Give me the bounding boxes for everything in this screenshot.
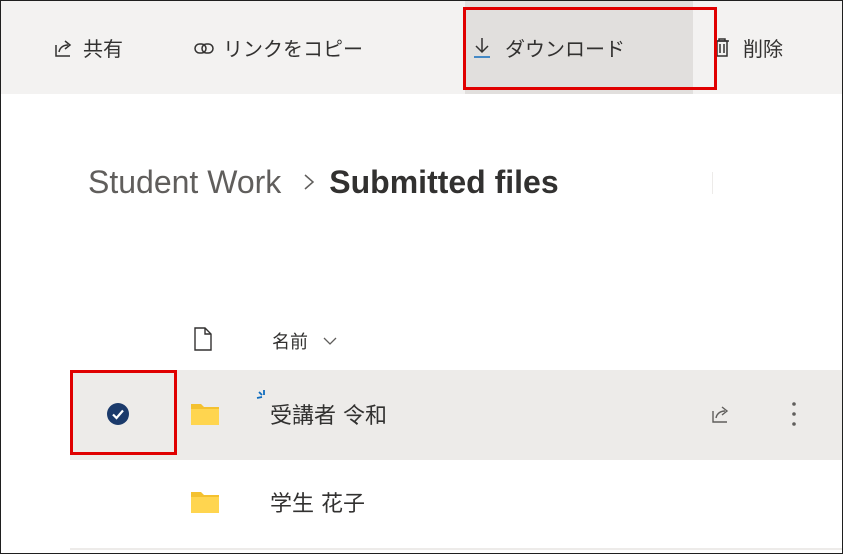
item-name[interactable]: 受講者 令和 — [270, 398, 387, 430]
chevron-right-icon — [303, 172, 315, 192]
delete-button[interactable]: 削除 — [711, 1, 783, 94]
command-bar: 共有 リンクをコピー ダウンロード 削除 — [1, 1, 842, 94]
row-divider — [70, 548, 842, 550]
breadcrumb-root[interactable]: Student Work — [88, 164, 281, 201]
divider — [712, 172, 713, 194]
folder-icon — [190, 488, 220, 518]
share-button[interactable]: 共有 — [53, 1, 123, 94]
checkmark-circle-icon[interactable] — [106, 402, 130, 430]
trash-icon — [711, 36, 733, 60]
list-item[interactable]: 受講者 令和 — [70, 370, 842, 458]
share-label: 共有 — [83, 37, 123, 61]
item-name[interactable]: 学生 花子 — [270, 486, 365, 518]
copy-link-button[interactable]: リンクをコピー — [193, 1, 363, 94]
more-options-icon[interactable] — [790, 400, 798, 432]
chevron-down-icon[interactable] — [322, 332, 338, 351]
name-column-header[interactable]: 名前 — [272, 328, 308, 354]
delete-label: 削除 — [743, 37, 783, 61]
breadcrumb-current: Submitted files — [329, 163, 559, 200]
download-label: ダウンロード — [505, 37, 625, 61]
copy-link-label: リンクをコピー — [223, 37, 363, 61]
folder-icon — [190, 400, 220, 430]
download-button[interactable]: ダウンロード — [465, 1, 693, 94]
link-icon — [193, 37, 215, 59]
list-header: 名前 — [70, 312, 842, 364]
breadcrumb: Student Work Submitted files — [88, 158, 559, 206]
share-icon[interactable] — [710, 403, 732, 429]
download-icon — [471, 36, 493, 60]
list-item[interactable]: 学生 花子 — [70, 460, 842, 548]
file-type-icon — [192, 326, 214, 356]
share-icon — [53, 37, 75, 59]
